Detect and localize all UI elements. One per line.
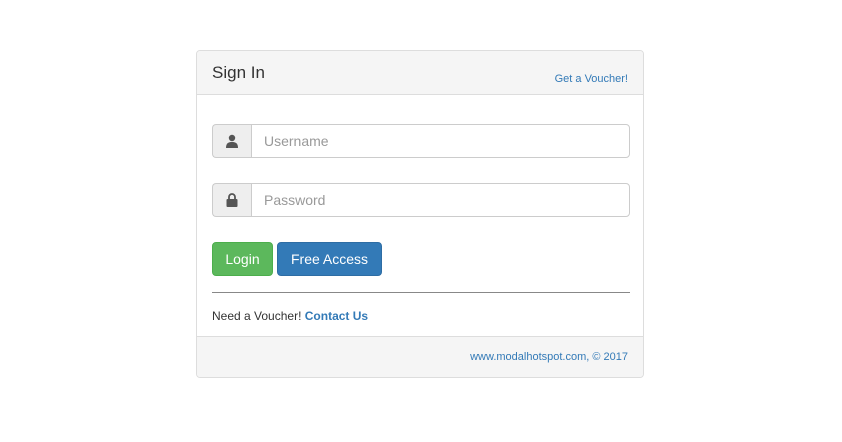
username-group [212,124,630,158]
password-input[interactable] [251,183,630,217]
panel-heading: Sign In Get a Voucher! [197,51,643,95]
button-row: Login Free Access [212,242,628,276]
get-voucher-link[interactable]: Get a Voucher! [555,73,628,85]
panel-body: Login Free Access Need a Voucher! Contac… [212,124,630,323]
panel-footer: www.modalhotspot.com, © 2017 [197,336,643,377]
sign-in-panel: Sign In Get a Voucher! Login [196,50,644,378]
contact-us-link[interactable]: Contact Us [305,309,368,323]
divider [212,292,630,293]
password-group [212,183,630,217]
panel-title: Sign In [212,63,265,82]
footer-copyright: www.modalhotspot.com, © 2017 [470,351,628,363]
user-icon [212,124,251,158]
free-access-button[interactable]: Free Access [277,242,382,276]
lock-icon [212,183,251,217]
username-input[interactable] [251,124,630,158]
login-button[interactable]: Login [212,242,273,276]
voucher-note: Need a Voucher! Contact Us [212,309,628,323]
voucher-note-text: Need a Voucher! [212,309,302,323]
